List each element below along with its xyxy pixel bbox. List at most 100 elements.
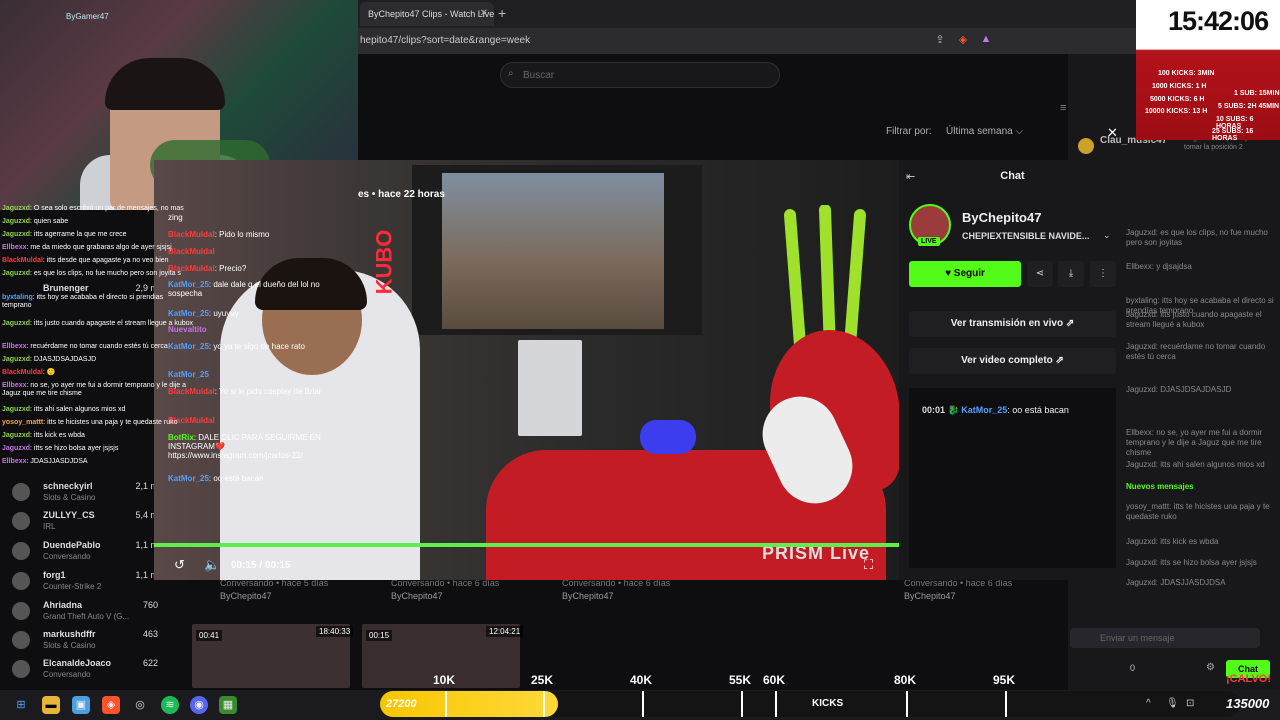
video-chat-text: Precio? xyxy=(219,264,247,273)
subathon-rule: 5 SUBS: 2H 45MIN xyxy=(1218,103,1280,110)
settings-gear-icon[interactable]: ⚙ xyxy=(1206,662,1215,673)
channel-category: Slots & Casino xyxy=(43,641,96,650)
stream-title: CHEPIEXTENSIBLE NAVIDE... xyxy=(962,231,1090,241)
network-icon[interactable]: ⊡ xyxy=(1186,698,1194,709)
sidebar-channel[interactable]: ZULLYY_CS IRL 5,4 m xyxy=(8,510,158,536)
sidebar-channel[interactable]: ElcanaldeJoaco Conversando 622 xyxy=(8,658,158,684)
video-chat-text: oo está bacan xyxy=(213,474,264,483)
minecraft-icon[interactable]: ▦ xyxy=(219,696,237,714)
avatar xyxy=(12,512,30,530)
share-icon[interactable]: ⋖ xyxy=(1027,261,1053,287)
overlay-chat-line: Jaguzxd: itts kick es wbda xyxy=(2,432,85,439)
subathon-clock: 15:42:06 xyxy=(1168,6,1269,36)
replay-icon[interactable]: ↺ xyxy=(174,557,185,573)
overlay-chat-text: itts ahi salen algunos mios xd xyxy=(33,406,126,413)
video-chat-user: KatMor_25 xyxy=(168,474,209,483)
avatar xyxy=(12,572,30,590)
sidebar-channel[interactable]: markushdffr Slots & Casino 463 xyxy=(8,629,158,655)
sidebar-channel[interactable]: DuendePablo Conversando 1,1 m xyxy=(8,540,158,566)
video-time: 00:15 / 00:15 xyxy=(231,560,291,571)
viewer-count: 622 xyxy=(142,658,158,668)
clip-owner[interactable]: ByChepito47 xyxy=(562,591,614,601)
overlay-chat-line: BlackMuldal: 🙂 xyxy=(2,369,56,376)
overlay-chat-text: DJASJDSAJDASJD xyxy=(33,356,97,363)
clip-owner[interactable]: ByChepito47 xyxy=(391,591,443,601)
video-progress-bar[interactable] xyxy=(154,543,899,547)
new-tab-icon[interactable]: + xyxy=(498,5,506,21)
more-options-icon[interactable]: ⋮ xyxy=(1090,261,1116,287)
subathon-rule: 1000 KICKS: 1 H xyxy=(1152,83,1207,90)
download-icon[interactable]: ⤓ xyxy=(1058,261,1084,287)
filter-dropdown[interactable]: Última semana ⌵ xyxy=(946,126,1023,137)
clip-duration: 00:41 xyxy=(196,630,223,641)
search-input[interactable]: Buscar xyxy=(500,62,780,88)
overlay-chat-line: Jaguzxd: itts ahi salen algunos mios xd xyxy=(2,406,126,413)
overlay-chat-line: Ellbexx: recuérdame no tomar cuando esté… xyxy=(2,343,168,350)
clip-duration: 00:15 xyxy=(366,630,393,641)
clip-owner[interactable]: ByChepito47 xyxy=(220,591,272,601)
browser-tab[interactable]: ByChepito47 Clips - Watch Live c ✕ xyxy=(360,2,494,26)
sidebar-channel[interactable]: schneckyirl Slots & Casino 2,1 m xyxy=(8,481,158,507)
goal-milestone-label: 60K xyxy=(763,673,786,687)
video-chat-text: Pido lo mismo xyxy=(219,230,270,239)
sidebar-channel[interactable]: Ahriadna Grand Theft Auto V (G... 760 xyxy=(8,600,158,626)
subathon-rule: 1 SUB: 15MIN xyxy=(1234,90,1280,97)
follow-button[interactable]: ♥ Seguir xyxy=(909,261,1021,287)
channel-name[interactable]: ByChepito47 xyxy=(962,210,1041,225)
sidebar-channel[interactable]: forg1 Counter-Strike 2 1,1 m xyxy=(8,570,158,596)
fullscreen-icon[interactable]: ⛶ xyxy=(864,557,873,573)
windows-start-icon[interactable]: ⊞ xyxy=(12,696,30,714)
discord-icon[interactable]: ◉ xyxy=(190,696,208,714)
message-text: : oo está bacan xyxy=(1007,405,1069,415)
video-chat-text: Yo si le pido cosplay de Briar xyxy=(219,387,322,396)
chat-line: Jaguzxd: itts kick es wbda xyxy=(1126,537,1219,546)
obs-icon[interactable]: ◎ xyxy=(131,696,149,714)
overlay-chat-text: es que los clips, no fue mucho pero son … xyxy=(33,270,181,277)
close-modal-icon[interactable]: ✕ xyxy=(1107,125,1118,141)
menu-icon[interactable]: ≡ xyxy=(1060,102,1066,114)
url-text[interactable]: hepito47/clips?sort=date&range=week xyxy=(360,35,530,46)
channel-name: ZULLYY_CS xyxy=(43,510,95,520)
photos-icon[interactable]: ▣ xyxy=(72,696,90,714)
overlay-chat-text: itts agerrame la que me crece xyxy=(33,231,127,238)
chat-line: Jaguzxd: itts ahi salen algunos mios xd xyxy=(1126,460,1265,469)
new-messages-divider: Nuevos mensajes xyxy=(1126,482,1194,491)
watch-live-button[interactable]: Ver transmisión en vivo ⇗ xyxy=(909,311,1116,337)
subathon-rule: 5000 KICKS: 6 H xyxy=(1150,96,1205,103)
channel-name: forg1 xyxy=(43,570,66,580)
clip-timestamp: 18:40:33 xyxy=(316,626,354,637)
goal-tick xyxy=(1005,691,1007,717)
rewards-icon[interactable]: ▲ xyxy=(979,33,993,47)
stream-overlay-chat: Jaguzxd: O sea solo escribió un par de m… xyxy=(0,200,196,470)
tab-title: ByChepito47 Clips - Watch Live c xyxy=(368,9,494,19)
file-explorer-icon[interactable]: ▬ xyxy=(42,696,60,714)
avatar xyxy=(12,660,30,678)
kick-goal-current: 27200 xyxy=(386,698,417,710)
goal-milestone-label: 40K xyxy=(630,673,653,687)
clip-owner[interactable]: ByChepito47 xyxy=(904,591,956,601)
video-chat-text: yo ya te sigo de hace rato xyxy=(213,342,305,351)
overlay-chat-text: me da miedo que grabaras algo de ayer sj… xyxy=(30,244,172,251)
channel-name: markushdffr xyxy=(43,629,96,639)
overlay-chat-user: Jaguzxd xyxy=(2,406,31,413)
goal-tick xyxy=(543,691,545,717)
goal-tick xyxy=(775,691,777,717)
overlay-chat-line: Jaguzxd: es que los clips, no fue mucho … xyxy=(2,270,181,277)
brave-browser-icon[interactable]: ◈ xyxy=(102,696,120,714)
spotify-icon[interactable]: ≋ xyxy=(161,696,179,714)
microphone-icon[interactable]: 🎙 xyxy=(1166,698,1179,709)
chat-line: Jaguzxd: recuérdame no tomar cuando esté… xyxy=(1126,342,1266,361)
tray-chevron-icon[interactable]: ^ xyxy=(1146,698,1151,709)
video-controller xyxy=(640,420,696,454)
watch-full-video-button[interactable]: Ver video completo ⇗ xyxy=(909,348,1116,374)
brave-shield-icon[interactable]: ◈ xyxy=(956,33,970,47)
chat-message-input[interactable]: Enviar un mensaje xyxy=(1070,628,1260,648)
overlay-chat-user: Jaguzxd xyxy=(2,320,31,327)
tab-close-icon[interactable]: ✕ xyxy=(480,8,488,19)
share-icon[interactable]: ⇪ xyxy=(933,33,947,47)
overlay-chat-line: Jaguzxd: itts se hizo bolsa ayer jsjsjs xyxy=(2,445,119,452)
video-console xyxy=(518,340,582,436)
message-user[interactable]: KatMor_25 xyxy=(961,405,1007,415)
chevron-down-icon[interactable]: ⌄ xyxy=(1103,230,1111,241)
volume-icon[interactable]: 🔈 xyxy=(204,557,220,573)
